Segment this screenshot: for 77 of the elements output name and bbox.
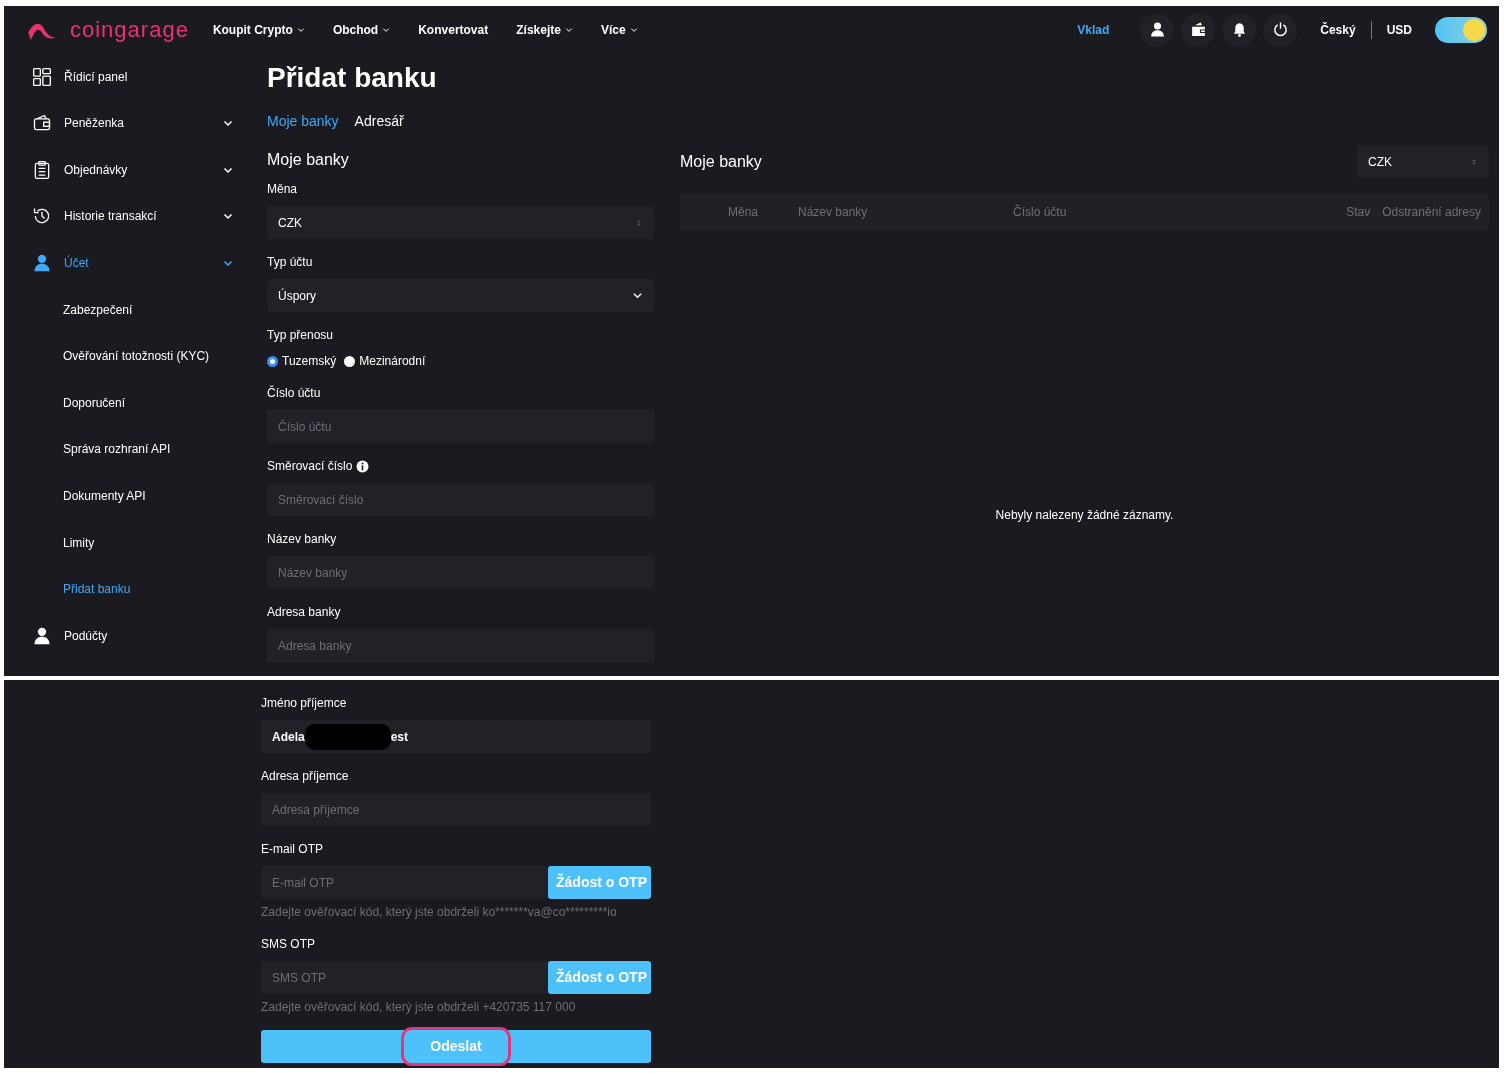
sidebar-subitem[interactable]: Správa rozhraní API [32,426,234,473]
input-field[interactable]: Směrovací číslo [267,483,654,516]
input-field[interactable]: E-mail OTP [261,866,548,899]
field-label: Typ přenosu [267,327,334,344]
field-label: Měna [267,181,298,198]
language-selector[interactable]: Český [1320,20,1356,39]
sidebar-item[interactable]: Historie transakcí [32,193,234,240]
theme-toggle[interactable] [1435,16,1487,43]
select-field[interactable]: CZK [267,206,654,239]
input-field[interactable]: Adresa příjemce [261,793,651,826]
wallet-icon [1189,21,1207,39]
sidebar-subitem[interactable]: Ověřování totožnosti (KYC) [32,332,234,380]
field-label: Směrovací číslo [267,458,353,475]
input-field[interactable]: Adresa banky [267,629,654,662]
radio-button[interactable] [267,355,278,367]
column-header: Měna [727,204,759,222]
sidebar-item[interactable]: Řídicí panel [32,53,234,100]
radio-label[interactable]: Tuzemský [282,352,337,370]
field-label: Adresa příjemce [261,768,349,785]
field-label: E-mail OTP [261,841,323,858]
empty-message: Nebyly nalezeny žádné záznamy. [994,507,1175,525]
nav-link[interactable]: Koupit Crypto [212,20,305,39]
deposit-link[interactable]: Vklad [1077,20,1110,39]
sidebar-subitem[interactable]: Doporučení [32,379,234,427]
column-header: Číslo účtu [1013,203,1068,222]
section-title: Moje banky [680,151,762,172]
sidebar-item[interactable]: Podúčty [32,612,234,660]
user-icon [32,253,52,274]
user-icon [1148,21,1166,39]
help-text: Zadejte ověřovací kód, který jste obdrželi +420735 117 000 [261,999,577,1016]
page-title: Přidat banku [267,61,438,95]
clipboard-icon [32,159,52,180]
section-title: Moje banky [267,150,350,170]
currency-selector[interactable]: USD [1386,20,1412,39]
user-button[interactable] [1140,12,1175,47]
field-label: Číslo účtu [267,384,321,402]
sidebar-item[interactable]: Objednávky [32,146,234,194]
currency-select[interactable]: CZK [1357,145,1489,179]
select-value: CZK [1368,153,1392,171]
sidebar-subitem[interactable]: Limity [32,519,234,566]
sidebar-subitem[interactable]: Přidat banku [32,565,234,613]
nav-link[interactable]: Získejte [516,20,573,39]
power-button[interactable] [1263,12,1298,47]
user-icon [32,625,52,646]
sidebar-subitem[interactable]: Dokumenty API [32,472,234,520]
sidebar-subitem[interactable]: Zabezpečení [32,286,234,333]
tab[interactable]: Adresář [354,111,404,132]
bell-button[interactable] [1222,12,1257,47]
brand-name[interactable]: coingarage [70,13,189,47]
nav-link[interactable]: Více [600,20,638,39]
dashboard-icon [32,66,52,87]
select-field[interactable]: Úspory [267,279,654,312]
sidebar-item[interactable]: Peněženka [32,100,234,147]
column-header: Stav [1346,204,1371,222]
sidebar-item[interactable]: Účet [32,239,234,287]
select-value: CZK [278,214,302,232]
field-label: SMS OTP [261,936,315,953]
field-label: Název banky [267,531,337,548]
chevron-icon [632,290,643,301]
power-icon [1271,21,1289,39]
wallet-button[interactable] [1181,12,1216,47]
field-label: Adresa banky [267,604,341,621]
column-header: Odstranění adresy [1382,204,1481,222]
select-value: Úspory [278,287,316,305]
tab[interactable]: Moje banky [267,111,339,132]
field-label: Jméno příjemce [261,695,347,712]
column-header: Název banky [798,204,869,222]
radio-button[interactable] [344,355,356,367]
input-field[interactable]: Adela est [261,720,651,753]
radio-label[interactable]: Mezinárodní [359,352,426,370]
input-field[interactable]: Číslo účtu [267,410,654,443]
input-field[interactable]: SMS OTP [261,961,548,994]
nav-link[interactable]: Konvertovat [418,20,489,39]
nav-link[interactable]: Obchod [332,20,391,39]
field-label: Typ účtu [267,254,313,271]
input-field[interactable]: Název banky [267,556,654,589]
help-text: Zadejte ověřovací kód, který jste obdrželi ko*******va@co*********io [261,904,618,921]
